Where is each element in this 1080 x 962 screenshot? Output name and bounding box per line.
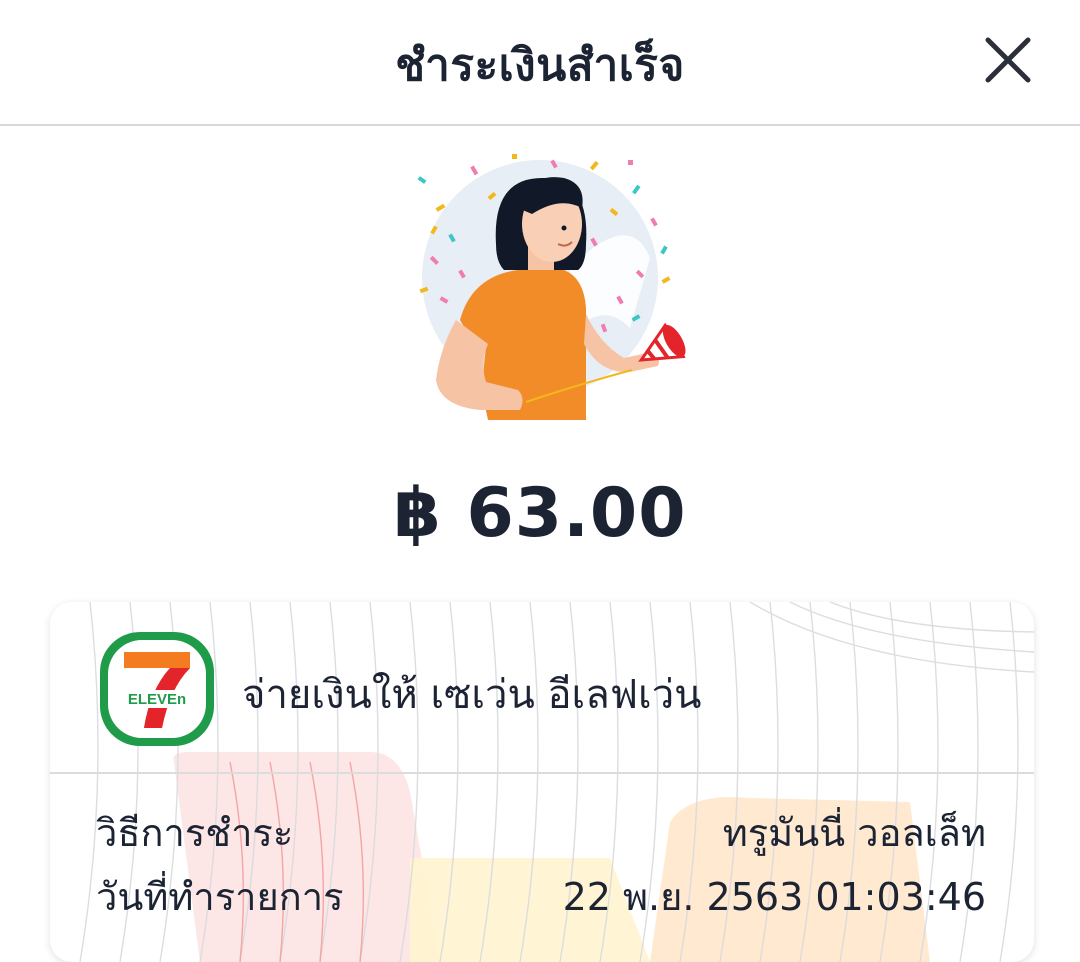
detail-row-payment-method: วิธีการชำระ ทรูมันนี่ วอลเล็ท (96, 802, 986, 855)
logo-text: ELEVEn (128, 691, 186, 708)
transaction-date-value: 22 พ.ย. 2563 01:03:46 (562, 875, 986, 919)
payment-method-value: ทรูมันนี่ วอลเล็ท (722, 811, 986, 855)
detail-row-transaction-date: วันที่ทำรายการ 22 พ.ย. 2563 01:03:46 (96, 866, 986, 919)
payment-amount: ฿ 63.00 (393, 474, 687, 553)
close-icon (985, 37, 1031, 83)
merchant-logo: ELEVEn (100, 632, 214, 746)
receipt-card: ELEVEn จ่ายเงินให้ เซเว่น อีเลฟเว่น วิธี… (50, 602, 1034, 962)
celebration-illustration (400, 148, 700, 438)
top-bar: ชำระเงินสำเร็จ (0, 0, 1080, 126)
card-divider (50, 772, 1034, 774)
close-button[interactable] (978, 30, 1038, 90)
payment-method-label: วิธีการชำระ (96, 811, 294, 855)
7-eleven-logo-icon: ELEVEn (100, 632, 214, 746)
transaction-date-label: วันที่ทำรายการ (96, 875, 344, 919)
page-title: ชำระเงินสำเร็จ (395, 40, 685, 91)
merchant-payee-text: จ่ายเงินให้ เซเว่น อีเลฟเว่น (242, 672, 702, 718)
